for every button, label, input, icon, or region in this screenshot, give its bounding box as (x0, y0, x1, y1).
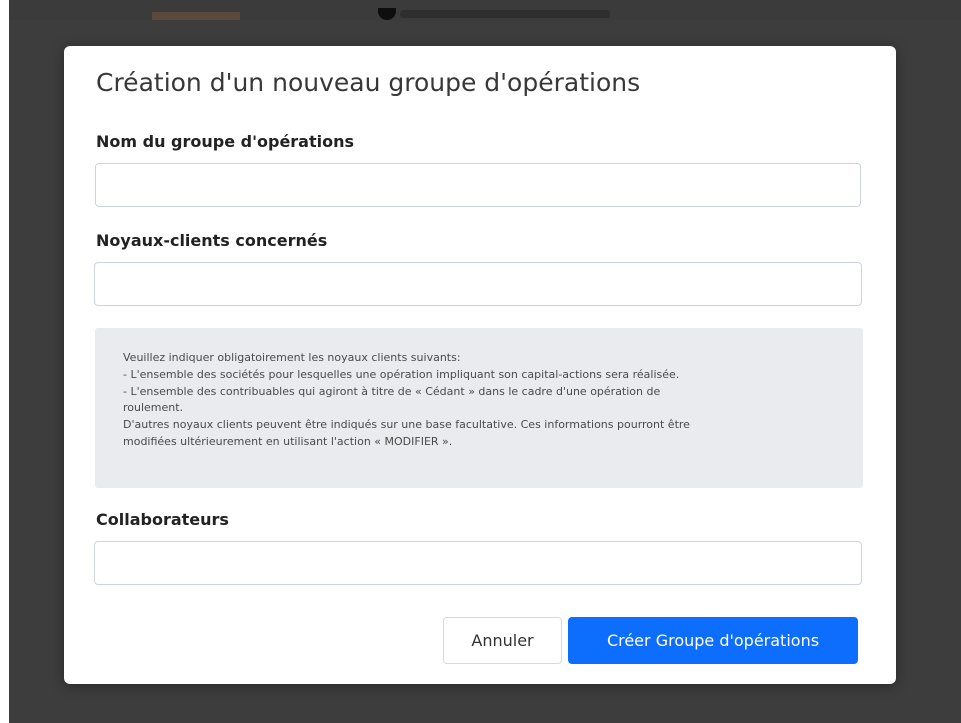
window-edge (0, 0, 9, 723)
background-logo (152, 12, 240, 20)
dialog-title: Création d'un nouveau groupe d'opération… (96, 68, 641, 97)
cancel-button[interactable]: Annuler (443, 617, 562, 664)
info-notice: Veuillez indiquer obligatoirement les no… (95, 328, 863, 488)
group-name-label: Nom du groupe d'opérations (96, 132, 355, 151)
create-group-button[interactable]: Créer Groupe d'opérations (568, 617, 858, 664)
collaborators-input[interactable] (94, 541, 862, 585)
client-cores-input[interactable] (94, 262, 862, 306)
info-line: - L'ensemble des sociétés pour lesquelle… (123, 367, 680, 381)
create-group-dialog: Création d'un nouveau groupe d'opération… (64, 46, 896, 684)
group-name-input[interactable] (95, 163, 861, 207)
info-line: D'autres noyaux clients peuvent être ind… (123, 418, 690, 432)
info-line: roulement. (123, 401, 184, 415)
background-header-text (400, 10, 610, 18)
info-line: - L'ensemble des contribuables qui agiro… (123, 384, 661, 398)
info-line: Veuillez indiquer obligatoirement les no… (123, 351, 461, 364)
client-cores-label: Noyaux-clients concernés (96, 231, 328, 250)
info-line: modifiées ultérieurement en utilisant l'… (123, 434, 453, 448)
collaborators-label: Collaborateurs (96, 510, 229, 529)
page-background: Création d'un nouveau groupe d'opération… (0, 0, 961, 723)
